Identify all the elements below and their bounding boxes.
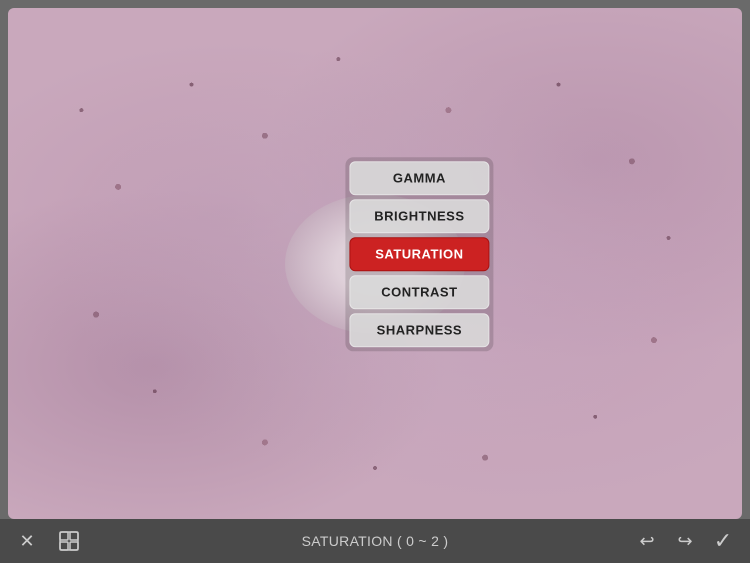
undo-button[interactable]: ↩ <box>632 526 662 556</box>
adjustment-popup-menu: GAMMA BRIGHTNESS SATURATION CONTRAST SHARPNE… <box>345 157 493 351</box>
menu-item-gamma[interactable]: GAMMA <box>349 161 489 195</box>
status-text: SATURATION ( 0 ~ 2 ) <box>302 533 449 549</box>
menu-item-saturation[interactable]: SATURATION <box>349 237 489 271</box>
close-button[interactable] <box>12 526 42 556</box>
gallery-button[interactable] <box>54 526 84 556</box>
gallery-icon <box>58 530 80 552</box>
menu-item-contrast[interactable]: CONTRAST <box>349 275 489 309</box>
confirm-icon: ✓ <box>714 528 732 554</box>
undo-icon: ↩ <box>639 531 654 552</box>
redo-icon: ↪ <box>677 531 692 552</box>
redo-button[interactable]: ↪ <box>670 526 700 556</box>
menu-item-sharpness[interactable]: SHARPNESS <box>349 313 489 347</box>
toolbar-left-controls <box>12 526 84 556</box>
toolbar-right-controls: ↩ ↪ ✓ <box>632 526 738 556</box>
close-icon <box>19 531 34 552</box>
confirm-button[interactable]: ✓ <box>708 526 738 556</box>
menu-item-brightness[interactable]: BRIGHTNESS <box>349 199 489 233</box>
bottom-toolbar: SATURATION ( 0 ~ 2 ) ↩ ↪ ✓ <box>0 519 750 563</box>
main-image-area: GAMMA BRIGHTNESS SATURATION CONTRAST SHARPNE… <box>8 8 742 519</box>
